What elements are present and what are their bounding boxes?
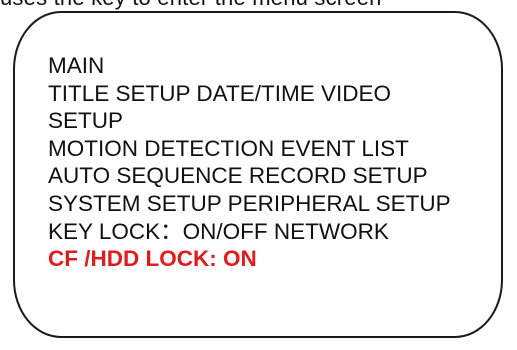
menu-screen-frame: MAIN TITLE SETUP DATE/TIME VIDEO SETUP M…: [13, 11, 503, 338]
menu-item-system-setup-peripheral-setup[interactable]: SYSTEM SETUP PERIPHERAL SETUP: [48, 190, 451, 218]
menu-item-motion-detection-event-list[interactable]: MOTION DETECTION EVENT LIST: [48, 135, 451, 163]
menu-item-main[interactable]: MAIN: [48, 52, 451, 80]
caption-text: uses the key to enter the menu screen: [0, 0, 382, 10]
menu-item-setup[interactable]: SETUP: [48, 107, 451, 135]
menu-item-auto-sequence-record-setup[interactable]: AUTO SEQUENCE RECORD SETUP: [48, 162, 451, 190]
menu-item-key-lock-network[interactable]: KEY LOCK：ON/OFF NETWORK: [48, 218, 451, 246]
caption-strip: uses the key to enter the menu screen: [0, 0, 517, 11]
menu-item-title-setup-date-time-video[interactable]: TITLE SETUP DATE/TIME VIDEO: [48, 80, 451, 108]
menu-item-cf-hdd-lock[interactable]: CF /HDD LOCK: ON: [48, 245, 451, 273]
menu-list: MAIN TITLE SETUP DATE/TIME VIDEO SETUP M…: [48, 52, 451, 273]
